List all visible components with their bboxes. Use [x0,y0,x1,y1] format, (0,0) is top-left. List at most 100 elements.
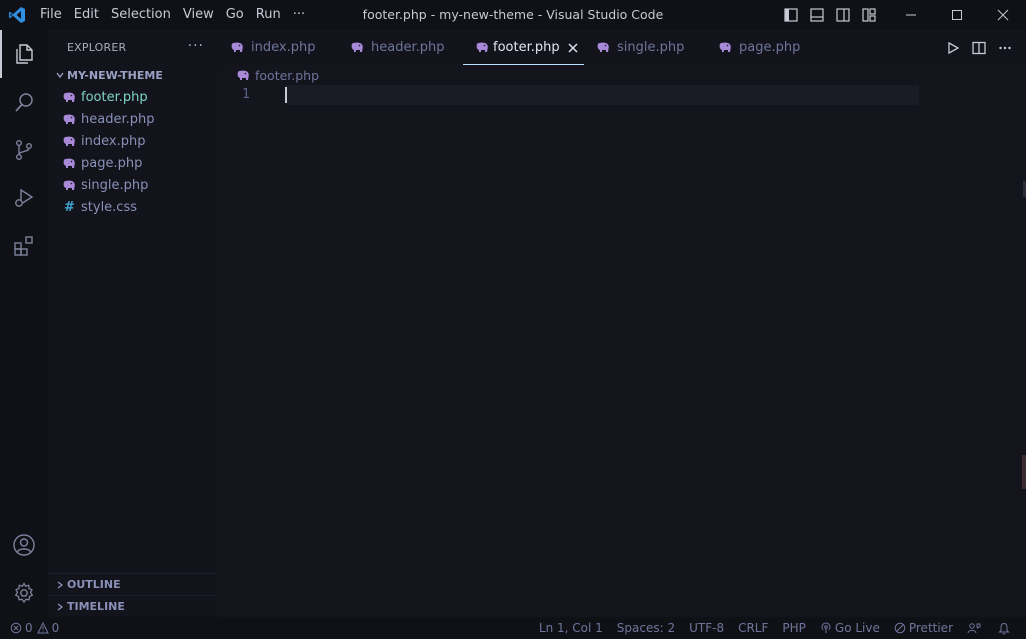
language-mode[interactable]: PHP [775,617,813,639]
status-bar: 0 0 Ln 1, Col 1 Spaces: 2 UTF-8 CRLF PHP… [0,617,1026,639]
tab-label: footer.php [493,40,560,55]
file-item-style[interactable]: # style.css [48,196,218,218]
file-item-single[interactable]: single.php [48,174,218,196]
css-hash-icon: # [64,199,75,215]
minimize-button[interactable] [888,0,934,30]
error-count: 0 [25,621,33,635]
explorer-sidebar: EXPLORER ··· MY-NEW-THEME footer.php hea… [48,30,218,617]
maximize-button[interactable] [934,0,980,30]
php-elephant-icon [236,68,253,82]
indentation[interactable]: Spaces: 2 [610,617,682,639]
chevron-right-icon [53,600,67,614]
file-label: header.php [81,111,155,127]
prettier-label: Prettier [908,621,953,635]
explorer-more-actions-button[interactable]: ··· [188,38,204,54]
php-elephant-icon [62,178,79,192]
breadcrumb-file: footer.php [255,67,320,83]
extensions-icon[interactable] [0,222,48,270]
explorer-title: EXPLORER [67,40,127,54]
php-elephant-icon [350,41,367,55]
text-cursor [285,87,287,103]
timeline-panel-header[interactable]: TIMELINE [48,595,218,617]
manage-gear-icon[interactable] [0,569,48,617]
code-editor[interactable]: 1 [218,85,1026,617]
feedback-icon[interactable] [960,617,991,639]
outline-label: OUTLINE [67,578,121,591]
tab-page-php[interactable]: page.php [706,30,814,65]
broadcast-icon [821,622,831,633]
menu-go[interactable]: Go [220,0,250,30]
menu-bar: File Edit Selection View Go Run ··· [34,0,311,30]
warning-count: 0 [51,621,60,635]
php-elephant-icon [62,156,79,170]
line-number: 1 [242,87,250,102]
menu-file[interactable]: File [34,0,68,30]
notifications-bell-icon[interactable] [991,617,1020,639]
code-line: 1 [218,85,919,105]
title-actions [778,0,1026,30]
prettier-button[interactable]: Prettier [887,617,960,639]
file-label: single.php [81,177,149,193]
tab-single-php[interactable]: single.php [584,30,706,65]
php-elephant-icon [62,112,79,126]
explorer-header: EXPLORER ··· [48,30,218,64]
explorer-icon[interactable] [0,30,48,78]
error-icon [10,622,22,634]
outline-panel-header[interactable]: OUTLINE [48,573,218,595]
menu-selection[interactable]: Selection [105,0,177,30]
php-elephant-icon [230,41,247,55]
tab-footer-php[interactable]: footer.php [463,30,584,65]
activity-bar [0,30,48,617]
cursor-position[interactable]: Ln 1, Col 1 [532,617,610,639]
search-icon[interactable] [0,78,48,126]
menu-run[interactable]: Run [250,0,287,30]
vscode-logo-icon [0,0,34,30]
chevron-right-icon [53,578,67,592]
file-item-header[interactable]: header.php [48,108,218,130]
tab-label: page.php [739,40,801,55]
folder-my-new-theme[interactable]: MY-NEW-THEME [48,64,218,86]
run-file-icon[interactable] [940,33,966,63]
close-window-button[interactable] [980,0,1026,30]
accounts-icon[interactable] [0,521,48,569]
status-bar-right: Ln 1, Col 1 Spaces: 2 UTF-8 CRLF PHP Go … [532,617,1026,639]
menu-more[interactable]: ··· [287,0,311,30]
menu-view[interactable]: View [177,0,220,30]
php-elephant-icon [62,134,79,148]
sidebar-panels: OUTLINE TIMELINE [48,573,218,617]
toggle-panel-icon[interactable] [804,0,830,30]
tab-label: header.php [371,40,445,55]
current-line-highlight [285,85,919,105]
customize-layout-icon[interactable] [856,0,882,30]
file-label: page.php [81,155,143,171]
editor-area: index.php header.php footer.php single.p… [218,30,1026,617]
php-elephant-icon [718,41,735,55]
folder-label: MY-NEW-THEME [67,68,163,82]
more-actions-icon[interactable] [992,33,1018,63]
split-editor-icon[interactable] [966,33,992,63]
toggle-primary-sidebar-icon[interactable] [778,0,804,30]
problems-indicator[interactable]: 0 0 [0,617,59,639]
file-item-index[interactable]: index.php [48,130,218,152]
tab-header-php[interactable]: header.php [338,30,463,65]
source-control-icon[interactable] [0,126,48,174]
tab-label: index.php [251,40,316,55]
file-item-page[interactable]: page.php [48,152,218,174]
menu-edit[interactable]: Edit [68,0,105,30]
close-tab-icon[interactable] [568,41,578,55]
toggle-secondary-sidebar-icon[interactable] [830,0,856,30]
encoding[interactable]: UTF-8 [682,617,731,639]
chevron-down-icon [53,68,67,82]
breadcrumb[interactable]: footer.php [218,65,1026,85]
timeline-label: TIMELINE [67,600,125,613]
tab-index-php[interactable]: index.php [218,30,338,65]
warning-icon [36,622,49,634]
end-of-line[interactable]: CRLF [731,617,775,639]
run-debug-icon[interactable] [0,174,48,222]
scrollbar-marker[interactable] [1022,455,1026,489]
file-item-footer[interactable]: footer.php [48,86,218,108]
tab-label: single.php [617,40,685,55]
go-live-button[interactable]: Go Live [813,617,887,639]
prettier-disabled-icon [894,622,906,634]
editor-tabs: index.php header.php footer.php single.p… [218,30,1026,65]
